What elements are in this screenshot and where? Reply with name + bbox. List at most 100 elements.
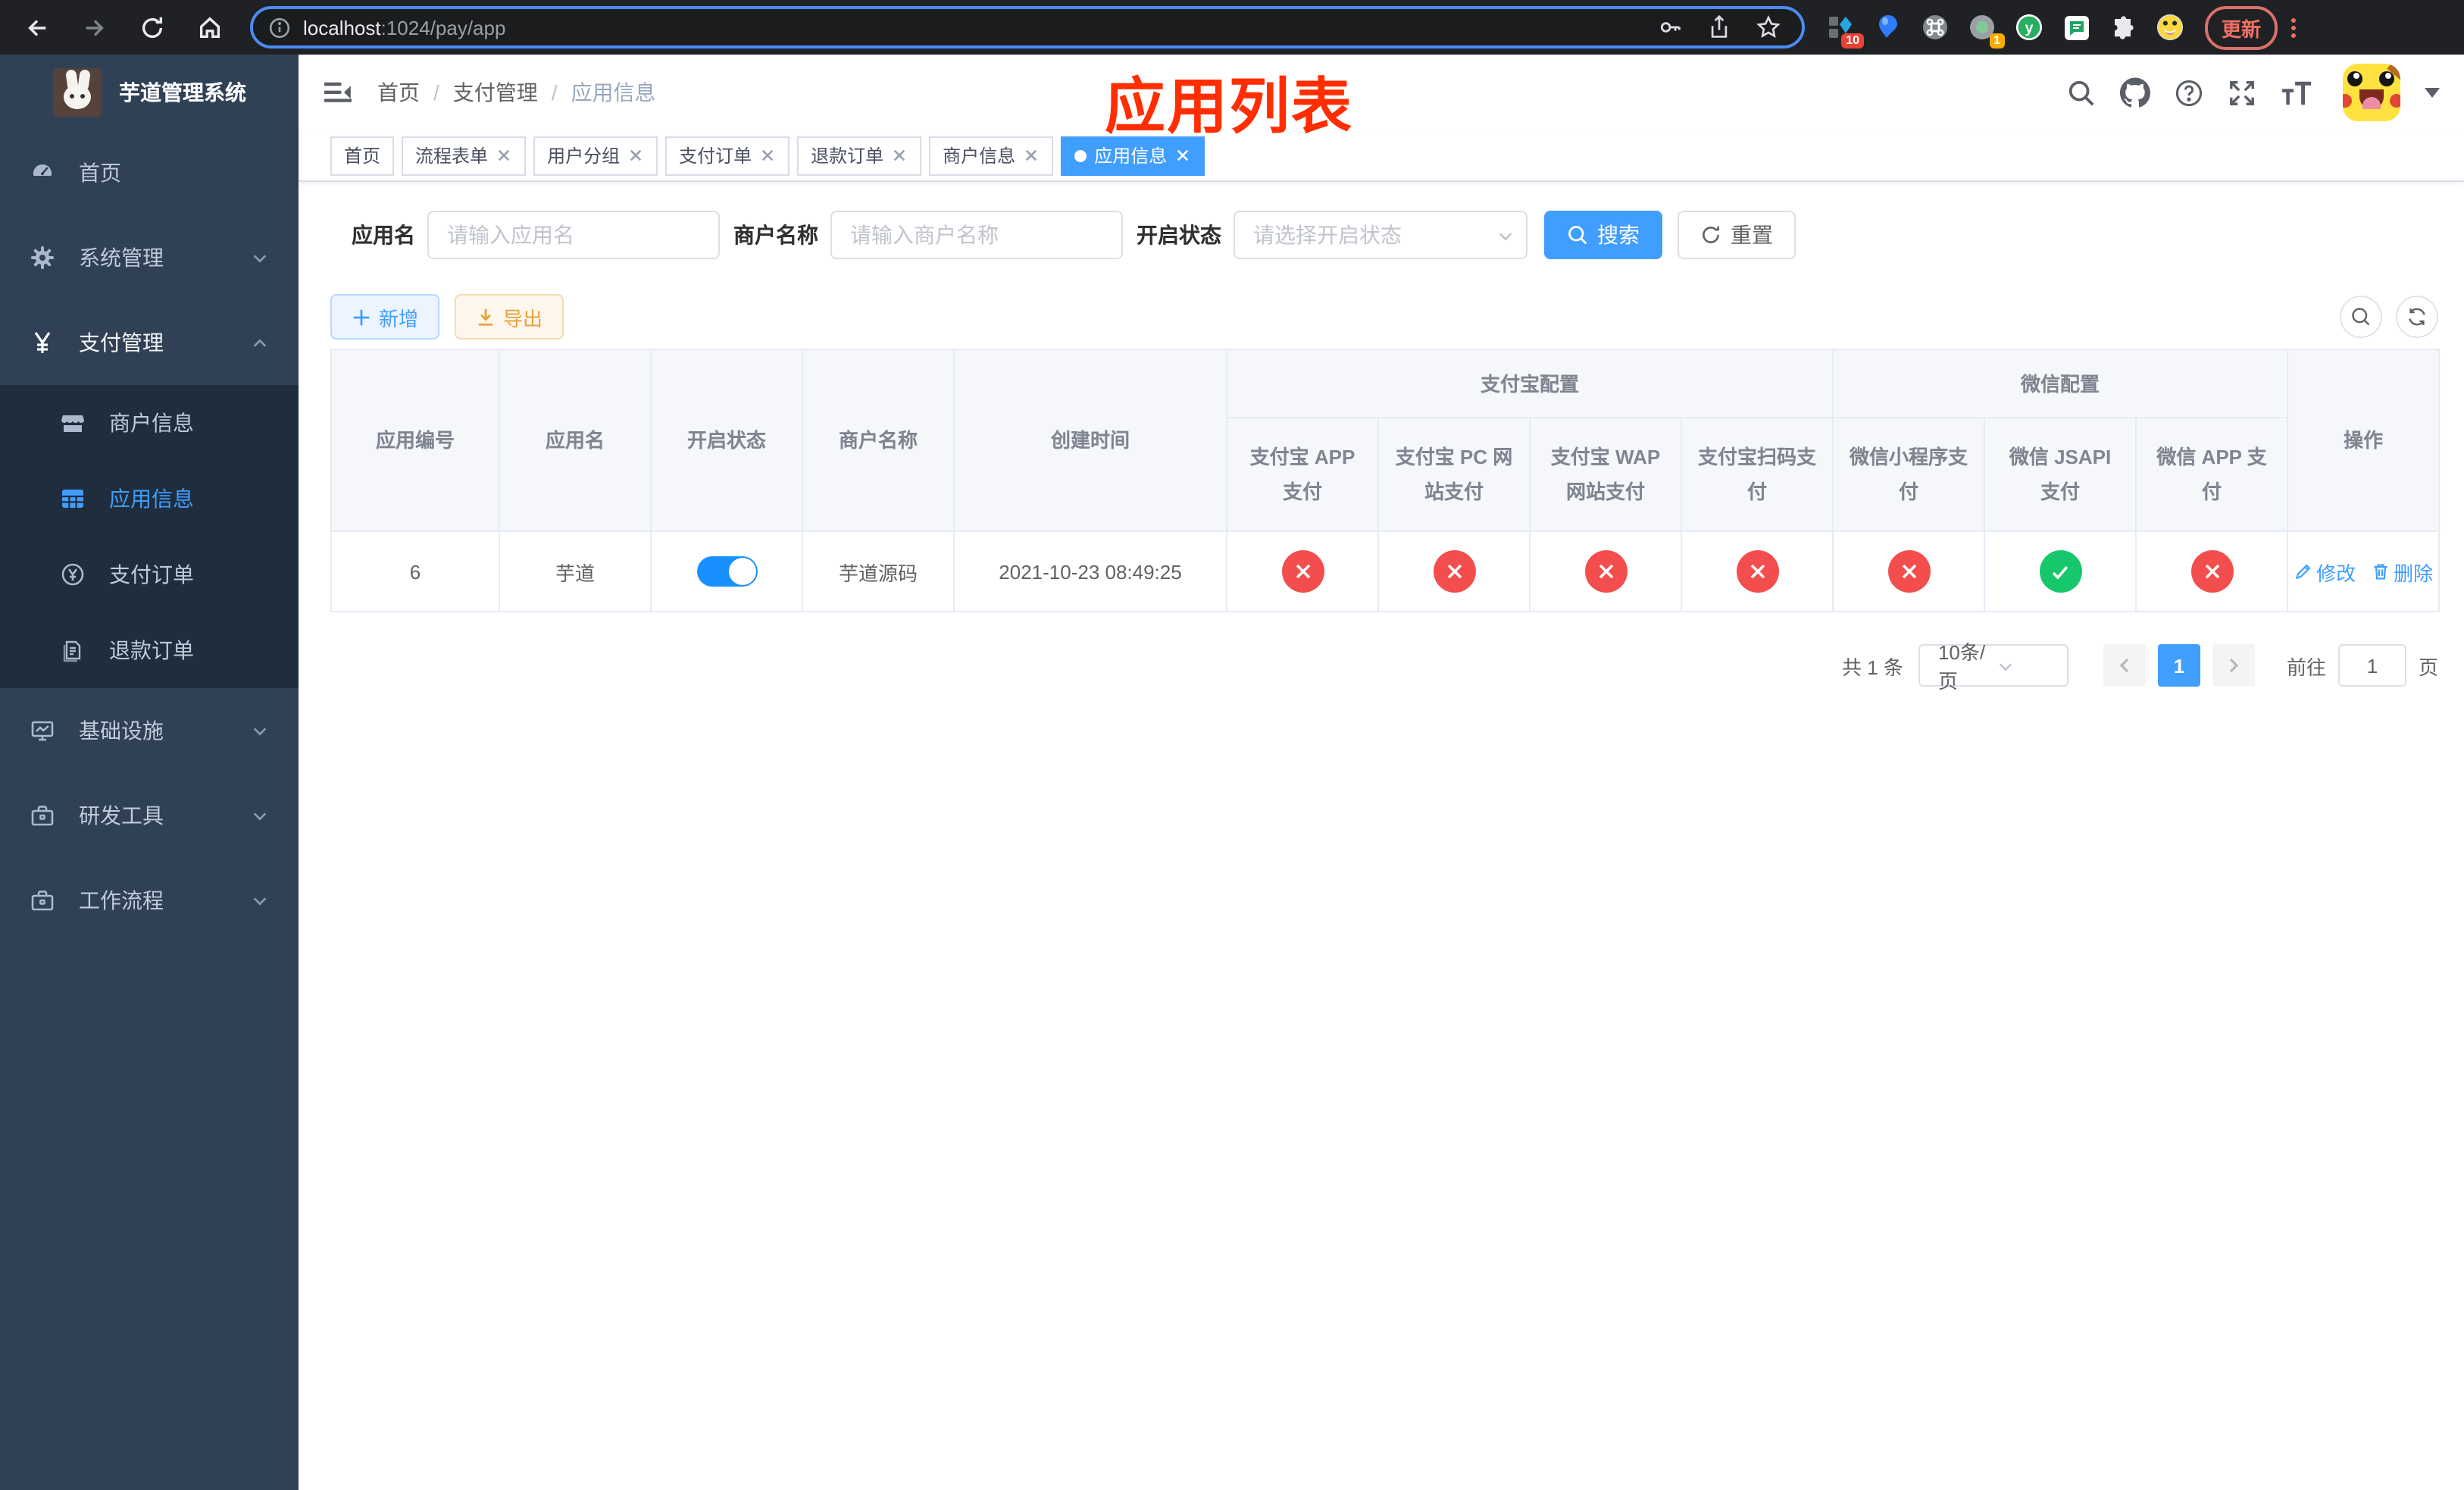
- refresh-table-button[interactable]: [2396, 296, 2438, 338]
- status-cross-icon: [1887, 550, 1931, 593]
- breadcrumb-separator: /: [551, 80, 558, 105]
- plus-icon: [352, 307, 371, 327]
- help-icon[interactable]: [2175, 78, 2203, 107]
- sidebar-fold-icon[interactable]: [323, 77, 353, 108]
- reload-icon[interactable]: [139, 14, 165, 40]
- y-extension-icon[interactable]: y: [2015, 14, 2043, 41]
- sidebar-item-dev-tools[interactable]: 研发工具: [0, 773, 299, 858]
- sidebar-item-app-info[interactable]: 应用信息: [0, 461, 299, 537]
- sidebar-item-merchant-info[interactable]: 商户信息: [0, 385, 299, 461]
- table-settings: [2340, 296, 2438, 338]
- tab-merchant-info[interactable]: 商户信息: [929, 136, 1054, 175]
- navbar-actions: [2067, 64, 2440, 121]
- balloon-extension-icon[interactable]: [1875, 14, 1902, 41]
- add-button[interactable]: 新增: [330, 294, 440, 340]
- col-alipay-wap: 支付宝 WAP 网站支付: [1529, 417, 1682, 532]
- share-icon[interactable]: [1708, 15, 1731, 39]
- command-extension-icon[interactable]: [1921, 14, 1949, 41]
- reset-button[interactable]: 重置: [1678, 211, 1796, 259]
- prev-page-button[interactable]: [2103, 644, 2146, 687]
- edit-button[interactable]: 修改: [2294, 557, 2356, 586]
- tab-home[interactable]: 首页: [330, 136, 395, 175]
- sidebar-item-payment[interactable]: 支付管理: [0, 300, 299, 385]
- search-icon[interactable]: [2067, 78, 2096, 107]
- extensions-puzzle-icon[interactable]: [2109, 14, 2137, 41]
- search-button[interactable]: 搜索: [1544, 211, 1662, 259]
- sidebar-item-refund-orders[interactable]: 退款订单: [0, 612, 299, 688]
- extension-badge: 1: [1989, 33, 2005, 49]
- page-size-select[interactable]: 10条/页: [1918, 641, 2068, 693]
- breadcrumb-payment[interactable]: 支付管理: [453, 77, 538, 108]
- sidebar-item-payment-orders[interactable]: 支付订单: [0, 537, 299, 612]
- tab-payment-orders[interactable]: 支付订单: [665, 136, 790, 175]
- recorder-extension-icon[interactable]: 1: [1968, 14, 2005, 49]
- sidebar-logo[interactable]: 芋道管理系统: [0, 55, 299, 130]
- cell-app-name: 芋道: [499, 531, 652, 612]
- forward-icon[interactable]: [82, 14, 108, 40]
- breadcrumb-home[interactable]: 首页: [377, 77, 420, 108]
- pen-icon: [2294, 562, 2312, 581]
- filter-form: 应用名 商户名称 开启状态 请选择开启状态: [352, 211, 2438, 259]
- close-icon[interactable]: [1174, 147, 1191, 164]
- url-text: localhost:1024/pay/app: [303, 16, 506, 39]
- sidebar-item-workflow[interactable]: 工作流程: [0, 858, 299, 943]
- sidebar-item-label: 退款订单: [109, 638, 194, 662]
- site-info-icon[interactable]: [268, 16, 291, 39]
- col-alipay-pc: 支付宝 PC 网站支付: [1377, 417, 1531, 532]
- browser-toolbar: localhost:1024/pay/app 10 1 y 更新: [0, 0, 2464, 55]
- close-icon[interactable]: [627, 147, 644, 164]
- browser-menu-icon[interactable]: [2291, 17, 2297, 37]
- address-bar[interactable]: localhost:1024/pay/app: [250, 6, 1805, 49]
- export-button[interactable]: 导出: [455, 294, 564, 340]
- chat-extension-icon[interactable]: [2062, 14, 2090, 41]
- password-key-icon[interactable]: [1658, 15, 1682, 39]
- tab-refund-orders[interactable]: 退款订单: [797, 136, 922, 175]
- trash-icon: [2371, 562, 2389, 581]
- open-status-select[interactable]: 请选择开启状态: [1234, 211, 1527, 259]
- github-icon[interactable]: [2120, 77, 2150, 108]
- merchant-name-input[interactable]: [830, 211, 1123, 259]
- shop-icon: [61, 411, 85, 435]
- tab-user-group[interactable]: 用户分组: [533, 136, 658, 175]
- bookmark-star-icon[interactable]: [1756, 15, 1781, 39]
- col-actions: 操作: [2287, 349, 2441, 532]
- sidebar-item-infrastructure[interactable]: 基础设施: [0, 688, 299, 773]
- current-page-button[interactable]: 1: [2157, 644, 2200, 687]
- status-cross-icon: [1281, 550, 1324, 593]
- show-search-toggle-button[interactable]: [2340, 296, 2382, 338]
- next-page-button[interactable]: [2212, 644, 2255, 687]
- close-icon[interactable]: [496, 147, 512, 164]
- emoji-profile-icon[interactable]: [2156, 14, 2184, 41]
- sidebar-item-home[interactable]: 首页: [0, 130, 299, 215]
- breadcrumb: 首页 / 支付管理 / 应用信息: [377, 77, 656, 108]
- sidebar-item-label: 研发工具: [79, 803, 164, 828]
- fullscreen-icon[interactable]: [2228, 78, 2256, 107]
- home-icon[interactable]: [197, 14, 223, 40]
- close-icon[interactable]: [1023, 147, 1040, 164]
- chevron-down-icon: [252, 249, 268, 266]
- sidebar-item-system[interactable]: 系统管理: [0, 215, 299, 300]
- col-wechat-jsapi: 微信 JSAPI 支付: [1984, 417, 2137, 532]
- back-icon[interactable]: [24, 14, 50, 40]
- sketch-extension-icon[interactable]: 10: [1828, 14, 1864, 49]
- extension-badge: 10: [1841, 33, 1864, 49]
- avatar[interactable]: [2343, 64, 2400, 121]
- caret-down-icon[interactable]: [2425, 87, 2440, 98]
- col-group-alipay: 支付宝配置: [1225, 349, 1834, 418]
- active-dot: [1074, 149, 1087, 161]
- app-title: 芋道管理系统: [119, 80, 246, 105]
- breadcrumb-separator: /: [433, 80, 439, 105]
- status-toggle[interactable]: [696, 556, 757, 587]
- app-name-input[interactable]: [427, 211, 720, 259]
- close-icon[interactable]: [891, 147, 908, 164]
- tab-process-form[interactable]: 流程表单: [402, 136, 527, 175]
- delete-button[interactable]: 删除: [2371, 557, 2433, 586]
- briefcase-icon: [30, 888, 55, 912]
- app-table: 应用编号 应用名 开启状态 商户名称 创建时间 支付宝配置 微信配置 操作 支付…: [330, 349, 2441, 612]
- dashboard-icon: [30, 161, 55, 185]
- browser-nav-buttons: [15, 14, 232, 40]
- close-icon[interactable]: [759, 147, 776, 164]
- goto-page-input[interactable]: [2337, 644, 2406, 687]
- font-size-icon[interactable]: [2281, 78, 2312, 107]
- update-browser-button[interactable]: 更新: [2205, 5, 2278, 49]
